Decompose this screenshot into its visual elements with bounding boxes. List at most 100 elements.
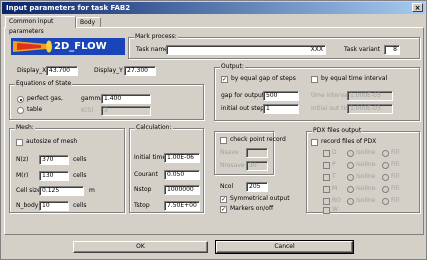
- courant-label: Courant: [134, 171, 158, 178]
- gamma-input[interactable]: 1.400: [101, 94, 151, 104]
- by-equal-gap-label: by equal gap of steps: [231, 75, 296, 82]
- pdx-m-fill-radio[interactable]: [382, 186, 389, 193]
- pdx-ro-checkbox[interactable]: [323, 198, 330, 205]
- record-pdx-label: record files of PDX: [321, 138, 377, 145]
- pdx-ro-isoline-label: Isoline: [356, 197, 376, 204]
- task-name-input[interactable]: XXX: [166, 45, 326, 55]
- pdx-title: PDX files output: [312, 127, 363, 135]
- pdx-m-isoline-label: Isoline: [356, 185, 376, 192]
- ncol-input[interactable]: 205: [246, 182, 268, 192]
- calculation-title: Calculation:: [135, 124, 173, 132]
- ok-button[interactable]: OK: [73, 241, 208, 253]
- mr-label: M(r): [16, 172, 29, 179]
- ks-label: K(S): [81, 107, 94, 114]
- perfect-gas-radio[interactable]: [17, 96, 24, 103]
- pdx-t-isoline-label: Isoline: [356, 173, 376, 180]
- pdx-ro-fill-radio[interactable]: [382, 198, 389, 205]
- cell-size-input[interactable]: 0.125: [39, 186, 84, 196]
- autosize-mesh-label: autosize of mesh: [26, 138, 78, 145]
- pdx-m-checkbox[interactable]: [323, 186, 330, 193]
- pdx-d-label: D: [332, 149, 337, 156]
- pdx-p-label: P: [332, 161, 336, 168]
- cell-size-unit: m: [89, 187, 95, 194]
- window-title: Input parameters for task FAB2: [6, 4, 131, 12]
- pdx-w-label: W: [332, 206, 338, 213]
- output-title: Output:: [220, 63, 245, 71]
- nbody-label: N_body: [16, 202, 39, 209]
- mesh-title: Mesh:: [15, 124, 35, 132]
- display-y-label: Display_Y: [94, 67, 123, 74]
- display-y-input[interactable]: 27.300: [124, 66, 156, 76]
- time-interval-label: time interval: [311, 92, 350, 99]
- tstop-input[interactable]: 7.50E+00: [164, 201, 200, 211]
- tab-body[interactable]: Body: [76, 17, 101, 27]
- logo-text: 2D_FLOW: [54, 41, 107, 52]
- initial-out-step-input[interactable]: 1: [263, 104, 299, 114]
- nresave-label: Nresave: [220, 162, 245, 169]
- table-radio[interactable]: [17, 107, 24, 114]
- pdx-d-isoline-radio[interactable]: [347, 150, 354, 157]
- pdx-p-fill-radio[interactable]: [382, 162, 389, 169]
- initial-out-step-label: initial out step: [221, 105, 265, 112]
- close-button[interactable]: ×: [412, 3, 423, 12]
- display-x-label: Display_X: [17, 67, 47, 74]
- initial-out-time-input[interactable]: 1.000E-03: [347, 104, 393, 114]
- tab-common-input-parameters[interactable]: Common input parameters: [5, 16, 76, 35]
- pdx-ro-isoline-radio[interactable]: [347, 198, 354, 205]
- gap-for-output-input[interactable]: 500: [263, 91, 299, 101]
- by-equal-time-checkbox[interactable]: [311, 76, 318, 83]
- app-logo: 2D_FLOW: [11, 38, 125, 55]
- task-name-label: Task name: [136, 46, 168, 53]
- mr-input[interactable]: 130: [39, 171, 69, 181]
- pdx-p-isoline-radio[interactable]: [347, 162, 354, 169]
- markers-label: Markers on/off: [230, 205, 274, 212]
- tstop-label: Tstop: [134, 202, 150, 209]
- nresave-input[interactable]: 30: [246, 161, 268, 171]
- pdx-ro-label: RO: [332, 197, 341, 204]
- task-variant-label: Task variant: [344, 46, 381, 53]
- symmetrical-output-checkbox[interactable]: ✓: [220, 196, 227, 203]
- nz-input[interactable]: 370: [39, 155, 69, 165]
- markers-checkbox[interactable]: ✓: [220, 206, 227, 213]
- pdx-t-isoline-radio[interactable]: [347, 174, 354, 181]
- pdx-t-label: T: [332, 173, 336, 180]
- nstop-input[interactable]: 1000000: [164, 185, 200, 195]
- pdx-t-fill-radio[interactable]: [382, 174, 389, 181]
- by-equal-gap-checkbox[interactable]: ✓: [221, 76, 228, 83]
- ncol-label: Ncol: [220, 183, 234, 190]
- title-bar[interactable]: Input parameters for task FAB2 ×: [2, 2, 425, 14]
- pdx-d-checkbox[interactable]: [323, 150, 330, 157]
- time-interval-input[interactable]: 1.000E-03: [347, 91, 393, 101]
- record-pdx-checkbox[interactable]: [311, 139, 318, 146]
- cancel-button[interactable]: Cancel: [215, 240, 354, 254]
- nsave-input[interactable]: [246, 148, 268, 158]
- nbody-input[interactable]: 10: [39, 201, 69, 211]
- by-equal-time-label: by equal time interval: [321, 75, 388, 82]
- pdx-d-isoline-label: Isoline: [356, 149, 376, 156]
- initial-time-step-input[interactable]: 1.00E-06: [164, 153, 200, 163]
- perfect-gas-label: perfect gas,: [27, 95, 63, 102]
- display-x-input[interactable]: 43.700: [46, 66, 78, 76]
- pdx-p-checkbox[interactable]: [323, 162, 330, 169]
- pdx-t-checkbox[interactable]: [323, 174, 330, 181]
- gap-for-output-label: gap for output: [221, 92, 265, 99]
- autosize-mesh-checkbox[interactable]: [16, 139, 23, 146]
- cell-size-label: Cell size: [16, 187, 41, 194]
- mark-process-title: Mark process:: [134, 33, 178, 41]
- nz-label: N(z): [16, 156, 29, 163]
- courant-input[interactable]: 0.050: [164, 170, 200, 180]
- pdx-p-isoline-label: Isoline: [356, 161, 376, 168]
- pdx-d-fill-radio[interactable]: [382, 150, 389, 157]
- pdx-t-fill-label: Fill: [391, 173, 400, 180]
- pdx-m-isoline-radio[interactable]: [347, 186, 354, 193]
- table-label: table: [27, 106, 43, 113]
- task-variant-input[interactable]: 8: [384, 45, 400, 55]
- dialog-window: Input parameters for task FAB2 × Common …: [0, 0, 427, 260]
- pdx-p-fill-label: Fill: [391, 161, 400, 168]
- mr-unit: cells: [73, 172, 87, 179]
- pdx-w-checkbox[interactable]: [323, 207, 330, 214]
- ks-input[interactable]: 3: [101, 106, 151, 116]
- pdx-d-fill-label: Fill: [391, 149, 400, 156]
- check-point-record-checkbox[interactable]: [220, 137, 227, 144]
- pdx-ro-fill-label: Fill: [391, 197, 400, 204]
